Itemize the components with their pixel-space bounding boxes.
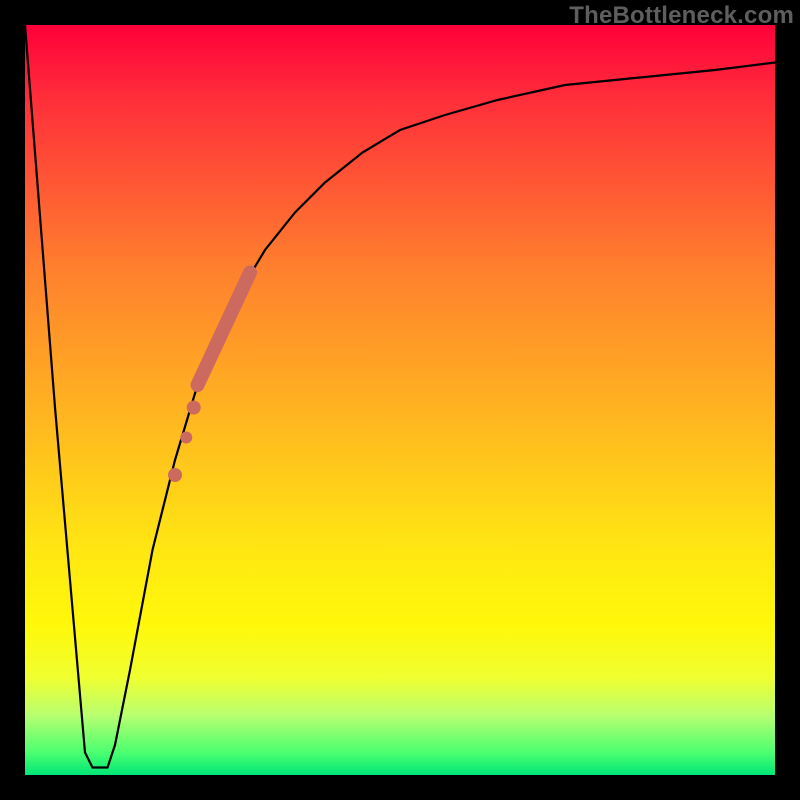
highlight-point (187, 401, 201, 415)
chart-frame: TheBottleneck.com (0, 0, 800, 800)
highlight-segment (198, 273, 251, 386)
highlight-point (168, 468, 182, 482)
plot-area (25, 25, 775, 775)
bottleneck-curve (25, 25, 775, 768)
highlight-points (168, 401, 201, 483)
highlight-point (180, 432, 192, 444)
chart-svg (25, 25, 775, 775)
watermark-text: TheBottleneck.com (569, 2, 794, 30)
